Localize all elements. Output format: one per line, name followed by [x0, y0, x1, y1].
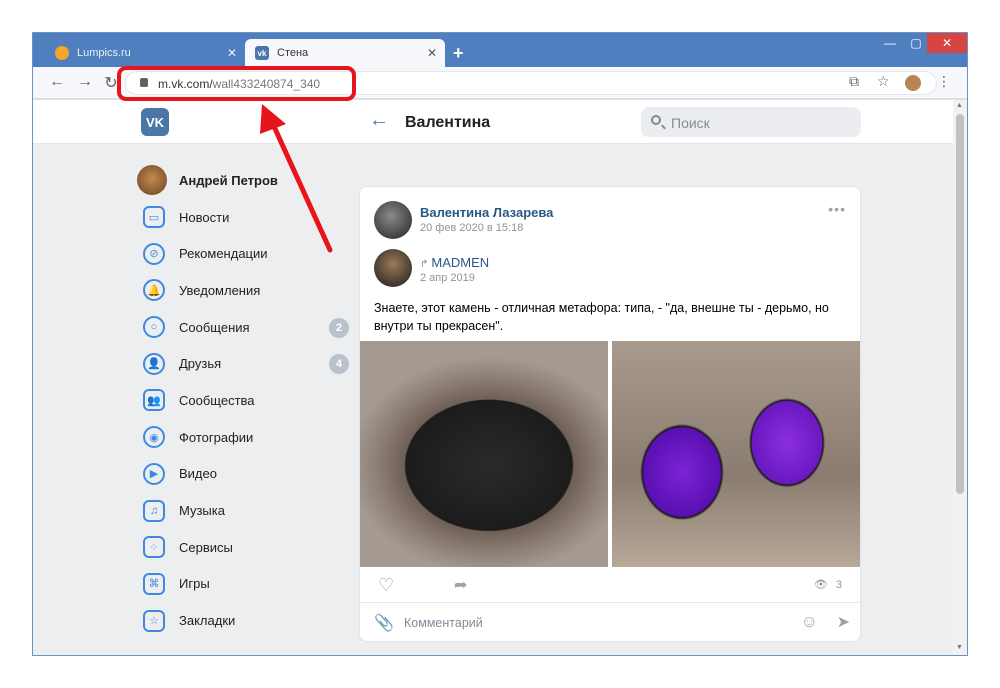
arrow-shaft: [269, 119, 333, 253]
annotation-arrow: [260, 104, 333, 253]
